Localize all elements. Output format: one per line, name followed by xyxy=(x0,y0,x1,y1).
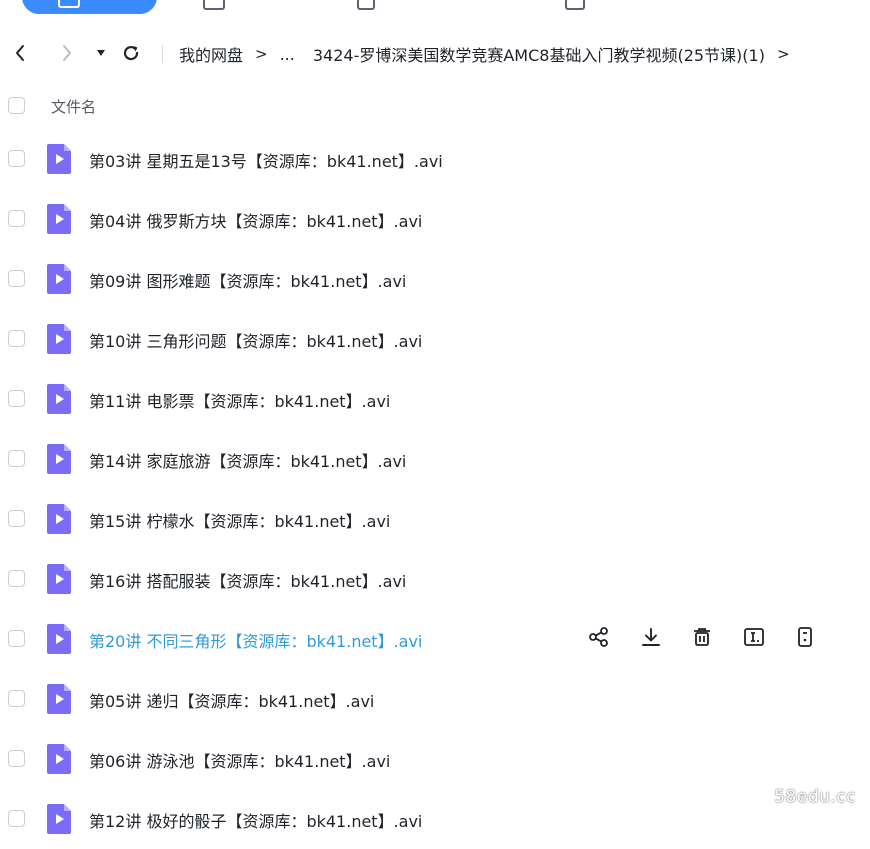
file-row[interactable]: 第04讲 俄罗斯方块【资源库：bk41.net】.avi xyxy=(0,189,870,249)
row-checkbox[interactable] xyxy=(8,270,25,287)
breadcrumb-root[interactable]: 我的网盘 xyxy=(179,42,243,66)
breadcrumb: 我的网盘 > ... 3424-罗博深美国数学竞赛AMC8基础入门教学视频(25… xyxy=(179,36,802,72)
watermark: 58edu.cc xyxy=(774,787,856,807)
row-checkbox[interactable] xyxy=(8,690,25,707)
video-file-icon xyxy=(46,683,72,715)
file-row[interactable]: 第12讲 极好的骰子【资源库：bk41.net】.avi xyxy=(0,789,870,849)
rename-button[interactable] xyxy=(741,626,767,652)
file-row[interactable]: 第10讲 三角形问题【资源库：bk41.net】.avi xyxy=(0,309,870,369)
file-row[interactable]: 第09讲 图形难题【资源库：bk41.net】.avi xyxy=(0,249,870,309)
tab-icon[interactable] xyxy=(357,0,375,10)
back-button[interactable] xyxy=(6,38,34,68)
breadcrumb-current-folder[interactable]: 3424-罗博深美国数学竞赛AMC8基础入门教学视频(25节课)(1) xyxy=(313,42,765,66)
forward-button[interactable] xyxy=(53,38,81,68)
file-name[interactable]: 第05讲 递归【资源库：bk41.net】.avi xyxy=(89,688,374,712)
file-row[interactable]: 第11讲 电影票【资源库：bk41.net】.avi xyxy=(0,369,870,429)
file-name[interactable]: 第09讲 图形难题【资源库：bk41.net】.avi xyxy=(89,268,406,292)
history-dropdown-button[interactable] xyxy=(87,38,115,68)
chevron-left-icon xyxy=(16,45,24,61)
more-button[interactable] xyxy=(792,626,818,652)
refresh-button[interactable] xyxy=(117,38,145,68)
file-name[interactable]: 第10讲 三角形问题【资源库：bk41.net】.avi xyxy=(89,328,422,352)
video-file-icon xyxy=(46,623,72,655)
caret-down-icon xyxy=(97,50,105,56)
top-tab-strip xyxy=(0,0,870,18)
nav-divider xyxy=(162,45,163,63)
file-name[interactable]: 第04讲 俄罗斯方块【资源库：bk41.net】.avi xyxy=(89,208,422,232)
video-file-icon xyxy=(46,263,72,295)
file-row[interactable]: 第03讲 星期五是13号【资源库：bk41.net】.avi xyxy=(0,129,870,189)
row-checkbox[interactable] xyxy=(8,810,25,827)
delete-button[interactable] xyxy=(689,626,715,652)
refresh-icon xyxy=(123,45,139,61)
breadcrumb-ellipsis[interactable]: ... xyxy=(280,45,295,64)
file-row[interactable]: 第16讲 搭配服装【资源库：bk41.net】.avi xyxy=(0,549,870,609)
video-file-icon xyxy=(46,563,72,595)
row-checkbox[interactable] xyxy=(8,330,25,347)
file-row[interactable]: 第06讲 游泳池【资源库：bk41.net】.avi xyxy=(0,729,870,789)
row-checkbox[interactable] xyxy=(8,150,25,167)
rename-icon xyxy=(743,626,765,652)
file-name[interactable]: 第12讲 极好的骰子【资源库：bk41.net】.avi xyxy=(89,808,422,832)
video-file-icon xyxy=(46,143,72,175)
column-header-filename[interactable]: 文件名 xyxy=(51,96,96,117)
file-name[interactable]: 第14讲 家庭旅游【资源库：bk41.net】.avi xyxy=(89,448,406,472)
tab-icon[interactable] xyxy=(565,0,585,10)
row-checkbox[interactable] xyxy=(8,450,25,467)
row-checkbox[interactable] xyxy=(8,210,25,227)
share-icon xyxy=(588,626,610,652)
file-name[interactable]: 第20讲 不同三角形【资源库：bk41.net】.avi xyxy=(89,628,422,652)
download-button[interactable] xyxy=(638,626,664,652)
tab-active[interactable] xyxy=(22,0,157,14)
select-all-checkbox[interactable] xyxy=(8,97,25,114)
row-checkbox[interactable] xyxy=(8,510,25,527)
file-row[interactable]: 第20讲 不同三角形【资源库：bk41.net】.avi xyxy=(0,609,870,669)
chevron-right-icon xyxy=(63,45,71,61)
row-checkbox[interactable] xyxy=(8,390,25,407)
file-name[interactable]: 第11讲 电影票【资源库：bk41.net】.avi xyxy=(89,388,390,412)
tab-icon[interactable] xyxy=(203,0,225,10)
share-button[interactable] xyxy=(586,626,612,652)
file-list-header: 文件名 xyxy=(0,88,870,124)
row-checkbox[interactable] xyxy=(8,630,25,647)
video-file-icon xyxy=(46,323,72,355)
video-file-icon xyxy=(46,503,72,535)
file-row[interactable]: 第15讲 柠檬水【资源库：bk41.net】.avi xyxy=(0,489,870,549)
file-row[interactable]: 第14讲 家庭旅游【资源库：bk41.net】.avi xyxy=(0,429,870,489)
download-icon xyxy=(640,626,662,652)
file-name[interactable]: 第03讲 星期五是13号【资源库：bk41.net】.avi xyxy=(89,148,443,172)
row-checkbox[interactable] xyxy=(8,750,25,767)
delete-icon xyxy=(691,626,713,652)
row-actions xyxy=(586,626,844,652)
video-file-icon xyxy=(46,443,72,475)
breadcrumb-separator: > xyxy=(255,45,268,63)
row-checkbox[interactable] xyxy=(8,570,25,587)
file-name[interactable]: 第16讲 搭配服装【资源库：bk41.net】.avi xyxy=(89,568,406,592)
more-icon xyxy=(794,626,816,652)
video-file-icon xyxy=(46,743,72,775)
video-file-icon xyxy=(46,383,72,415)
video-file-icon xyxy=(46,203,72,235)
file-name[interactable]: 第06讲 游泳池【资源库：bk41.net】.avi xyxy=(89,748,390,772)
breadcrumb-separator: > xyxy=(776,45,790,63)
file-row[interactable]: 第05讲 递归【资源库：bk41.net】.avi xyxy=(0,669,870,729)
video-file-icon xyxy=(46,803,72,835)
file-name[interactable]: 第15讲 柠檬水【资源库：bk41.net】.avi xyxy=(89,508,390,532)
